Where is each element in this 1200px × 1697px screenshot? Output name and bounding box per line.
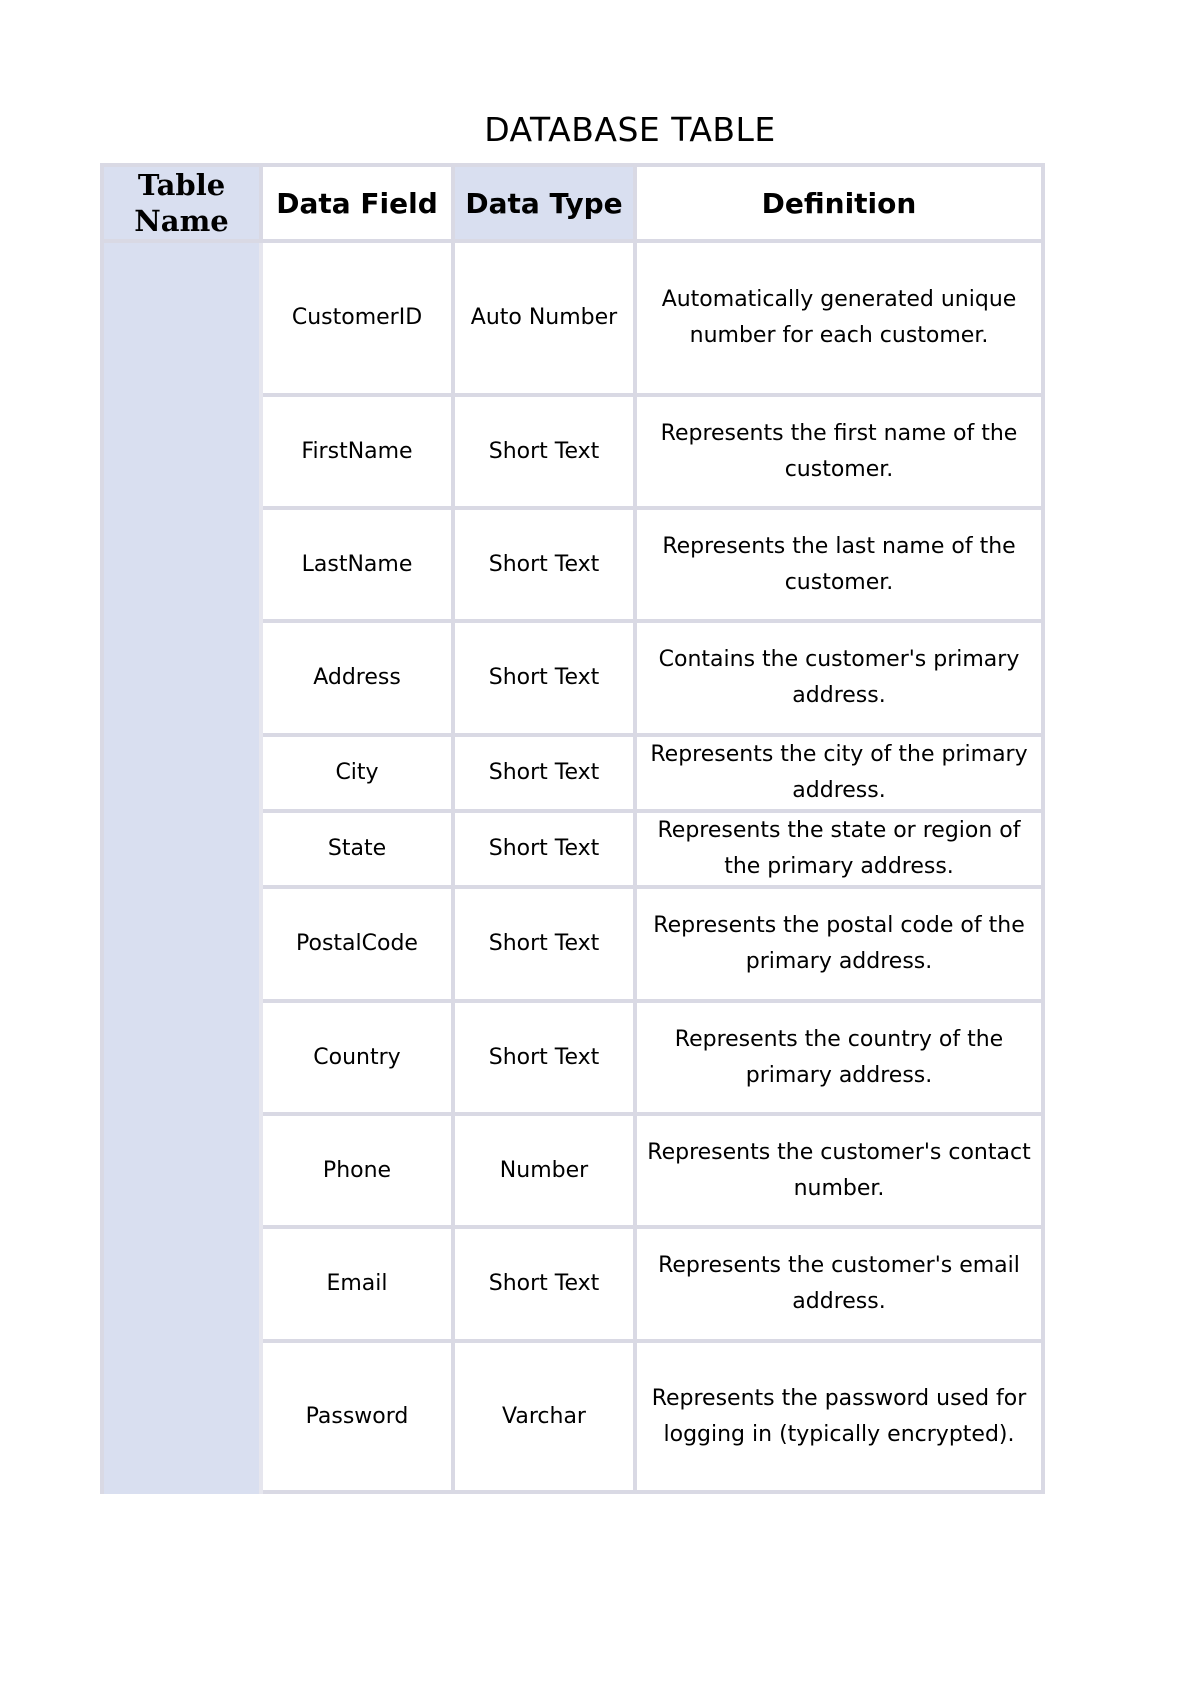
field-cell: PostalCode — [263, 889, 455, 1003]
header-definition: Definition — [637, 163, 1045, 243]
field-cell: Phone — [263, 1116, 455, 1229]
definition-cell: Represents the country of the primary ad… — [637, 1003, 1045, 1116]
type-cell: Short Text — [455, 1003, 637, 1116]
type-cell: Short Text — [455, 813, 637, 889]
definition-cell: Represents the last name of the customer… — [637, 510, 1045, 623]
type-cell: Number — [455, 1116, 637, 1229]
field-cell: LastName — [263, 510, 455, 623]
type-cell: Short Text — [455, 623, 637, 737]
definition-cell: Automatically generated unique number fo… — [637, 243, 1045, 397]
definition-cell: Represents the postal code of the primar… — [637, 889, 1045, 1003]
definition-cell: Represents the city of the primary addre… — [637, 737, 1045, 813]
field-cell: Country — [263, 1003, 455, 1116]
type-cell: Short Text — [455, 737, 637, 813]
definition-cell: Represents the customer's contact number… — [637, 1116, 1045, 1229]
data-dictionary-table: Table Name Data Field Data Type Definiti… — [100, 163, 1045, 1494]
field-cell: CustomerID — [263, 243, 455, 397]
field-cell: Email — [263, 1229, 455, 1343]
type-cell: Short Text — [455, 1229, 637, 1343]
field-cell: City — [263, 737, 455, 813]
field-cell: Password — [263, 1343, 455, 1494]
table-row: CustomerID Auto Number Automatically gen… — [100, 243, 1045, 1494]
database-table: Table Name Data Field Data Type Definiti… — [100, 163, 1045, 1494]
definition-cell: Represents the state or region of the pr… — [637, 813, 1045, 889]
definition-cell: Represents the first name of the custome… — [637, 397, 1045, 510]
field-cell: FirstName — [263, 397, 455, 510]
field-cell: Address — [263, 623, 455, 737]
definition-cell: Represents the customer's email address. — [637, 1229, 1045, 1343]
type-cell: Varchar — [455, 1343, 637, 1494]
header-table-name: Table Name — [100, 163, 263, 243]
type-cell: Short Text — [455, 889, 637, 1003]
header-data-type: Data Type — [455, 163, 637, 243]
page-title: DATABASE TABLE — [484, 110, 776, 149]
definition-cell: Contains the customer's primary address. — [637, 623, 1045, 737]
type-cell: Short Text — [455, 510, 637, 623]
table-name-cell — [100, 243, 263, 1494]
type-cell: Auto Number — [455, 243, 637, 397]
definition-cell: Represents the password used for logging… — [637, 1343, 1045, 1494]
type-cell: Short Text — [455, 397, 637, 510]
field-cell: State — [263, 813, 455, 889]
header-data-field: Data Field — [263, 163, 455, 243]
header-row: Table Name Data Field Data Type Definiti… — [100, 163, 1045, 243]
